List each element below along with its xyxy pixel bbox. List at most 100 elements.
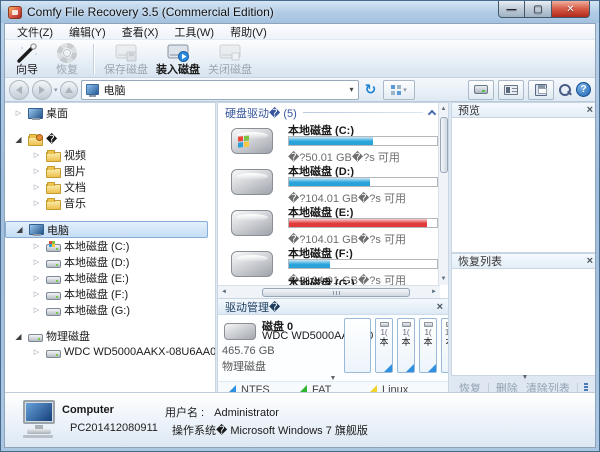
window-title: Comfy File Recovery 3.5 (Commercial Edit…	[27, 5, 274, 19]
partition-box[interactable]	[344, 318, 371, 373]
delete-action[interactable]: 删除	[492, 380, 522, 393]
drive-icon	[231, 251, 273, 277]
scroll-up-icon[interactable]: ▲	[441, 103, 447, 115]
combo-dropdown-icon[interactable]: ▾	[350, 85, 354, 94]
close-panel-icon[interactable]: ×	[587, 256, 593, 266]
vertical-scrollbar[interactable]: ▲ ▼	[438, 103, 448, 285]
tree-item-user-folder[interactable]: ◢ �	[5, 131, 215, 147]
panels-icon	[504, 85, 518, 95]
close-button[interactable]: ✕	[551, 1, 590, 18]
partition-box[interactable]: 1( 本	[375, 318, 393, 373]
videos-folder-icon	[46, 152, 61, 162]
expander-icon[interactable]: ▷	[30, 242, 43, 250]
expander-icon[interactable]: ◢	[12, 135, 25, 144]
scrollbar-thumb[interactable]	[440, 117, 448, 173]
expander-icon[interactable]: ◢	[13, 225, 26, 234]
menu-help[interactable]: 帮助(V)	[223, 23, 274, 41]
expander-icon[interactable]: ▷	[30, 167, 43, 175]
partition-box[interactable]: 1( 本	[419, 318, 437, 373]
maximize-button[interactable]: ▢	[525, 1, 551, 18]
partition-box[interactable]: 1( 本	[397, 318, 415, 373]
expander-icon[interactable]: ◢	[12, 332, 25, 341]
partition-drive-icon	[380, 322, 389, 327]
main-toolbar: 向导 恢复 保存磁盘	[5, 40, 595, 78]
back-button[interactable]	[9, 80, 29, 100]
fs-type-marker	[428, 364, 436, 372]
close-panel-icon[interactable]: ×	[587, 105, 593, 115]
recover-button[interactable]: 恢复	[47, 42, 87, 76]
horizontal-scrollbar[interactable]: ◄ ►	[218, 285, 440, 298]
drive-item-c[interactable]: 本地磁盘 (C:) �?50.01 GB�?s 可用	[218, 122, 440, 162]
title-bar: Comfy File Recovery 3.5 (Commercial Edit…	[1, 1, 599, 23]
tree-item-desktop[interactable]: ▷ 桌面	[5, 105, 215, 121]
wizard-button[interactable]: 向导	[7, 42, 47, 76]
minimize-button[interactable]: —	[498, 1, 525, 18]
clear-list-action[interactable]: 清除列表	[522, 380, 574, 393]
drive-icon	[231, 210, 273, 236]
expander-icon[interactable]: ▷	[30, 306, 43, 314]
close-disk-button[interactable]: 关闭磁盘	[204, 42, 256, 76]
menu-tools[interactable]: 工具(W)	[167, 23, 221, 41]
close-panel-icon[interactable]: ×	[437, 302, 443, 312]
location-combobox[interactable]: 电脑 ▾	[81, 80, 359, 100]
tree-item-computer[interactable]: ◢ 电脑	[5, 221, 208, 238]
expander-icon[interactable]: ▷	[30, 183, 43, 191]
up-button[interactable]	[60, 81, 78, 99]
tree-item-drive-g[interactable]: ▷ 本地磁盘 (G:)	[5, 302, 215, 318]
menu-view[interactable]: 查看(X)	[115, 23, 166, 41]
drive-item-e[interactable]: 本地磁盘 (E:) �?104.01 GB�?s 可用	[218, 204, 440, 244]
hard-drives-group-header[interactable]: 硬盘驱动� (5)	[218, 105, 440, 120]
capacity-bar	[288, 218, 438, 228]
linux-legend-icon	[368, 385, 377, 392]
expander-icon[interactable]: ▷	[30, 290, 43, 298]
menu-edit[interactable]: 编辑(Y)	[62, 23, 113, 41]
music-folder-icon	[46, 200, 61, 210]
scroll-down-icon[interactable]: ▼	[441, 273, 447, 285]
tree-item-drive-c[interactable]: ▷ 本地磁盘 (C:)	[5, 238, 215, 254]
tree-item-physical-disk-model[interactable]: ▷ WDC WD5000AAKX-08U6AA0	[5, 344, 215, 360]
expander-icon[interactable]: ▷	[30, 151, 43, 159]
save-disk-button[interactable]: 保存磁盘	[100, 42, 152, 76]
mount-disk-button[interactable]: 装入磁盘	[152, 42, 204, 76]
history-dropdown-icon[interactable]: ▾	[54, 86, 58, 94]
drives-pane: 硬盘驱动� (5) 本地磁盘 (C:) �?50.01 GB�?s 可用 本地磁…	[217, 102, 449, 392]
drive-icon	[46, 292, 61, 300]
drive-item-d[interactable]: 本地磁盘 (D:) �?104.01 GB�?s 可用	[218, 163, 440, 203]
user-folder-icon	[28, 136, 43, 146]
expander-icon[interactable]: ▷	[30, 199, 43, 207]
collapse-icon[interactable]	[428, 110, 436, 118]
tree-item-drive-f[interactable]: ▷ 本地磁盘 (F:)	[5, 286, 215, 302]
back-icon	[16, 86, 22, 94]
scroll-right-icon[interactable]: ►	[428, 289, 440, 295]
scroll-left-icon[interactable]: ◄	[218, 289, 230, 295]
expander-icon[interactable]: ▷	[12, 109, 25, 117]
refresh-button[interactable]: ↻	[362, 81, 380, 98]
view-options-button[interactable]: ▾	[383, 80, 415, 100]
menu-file[interactable]: 文件(Z)	[10, 23, 60, 41]
scrollbar-thumb[interactable]	[262, 288, 410, 297]
tree-item-documents[interactable]: ▷ 文档	[5, 179, 215, 195]
disk-tools-button[interactable]	[468, 80, 494, 100]
tree-item-physical-disks[interactable]: ◢ 物理磁盘	[5, 328, 215, 344]
expander-icon[interactable]: ▷	[30, 274, 43, 282]
save-button[interactable]	[528, 80, 554, 100]
tree-item-drive-e[interactable]: ▷ 本地磁盘 (E:)	[5, 270, 215, 286]
expander-icon[interactable]: ▷	[30, 348, 43, 356]
panels-button[interactable]	[498, 80, 524, 100]
tree-item-music[interactable]: ▷ 音乐	[5, 195, 215, 211]
forward-button[interactable]	[32, 80, 52, 100]
partition-box[interactable]: 1C 本	[441, 318, 448, 373]
list-options-icon[interactable]	[584, 383, 589, 392]
search-icon[interactable]	[558, 83, 572, 97]
app-window: Comfy File Recovery 3.5 (Commercial Edit…	[0, 0, 600, 452]
capacity-bar	[288, 259, 438, 269]
help-icon[interactable]: ?	[576, 82, 591, 97]
tree-item-videos[interactable]: ▷ 视频	[5, 147, 215, 163]
fs-type-marker	[406, 364, 414, 372]
fat-legend-icon	[298, 385, 307, 392]
tree-item-pictures[interactable]: ▷ 图片	[5, 163, 215, 179]
tree-item-drive-d[interactable]: ▷ 本地磁盘 (D:)	[5, 254, 215, 270]
expander-icon[interactable]: ▷	[30, 258, 43, 266]
recover-action[interactable]: 恢复	[455, 380, 485, 393]
partition-drive-icon	[402, 322, 411, 327]
